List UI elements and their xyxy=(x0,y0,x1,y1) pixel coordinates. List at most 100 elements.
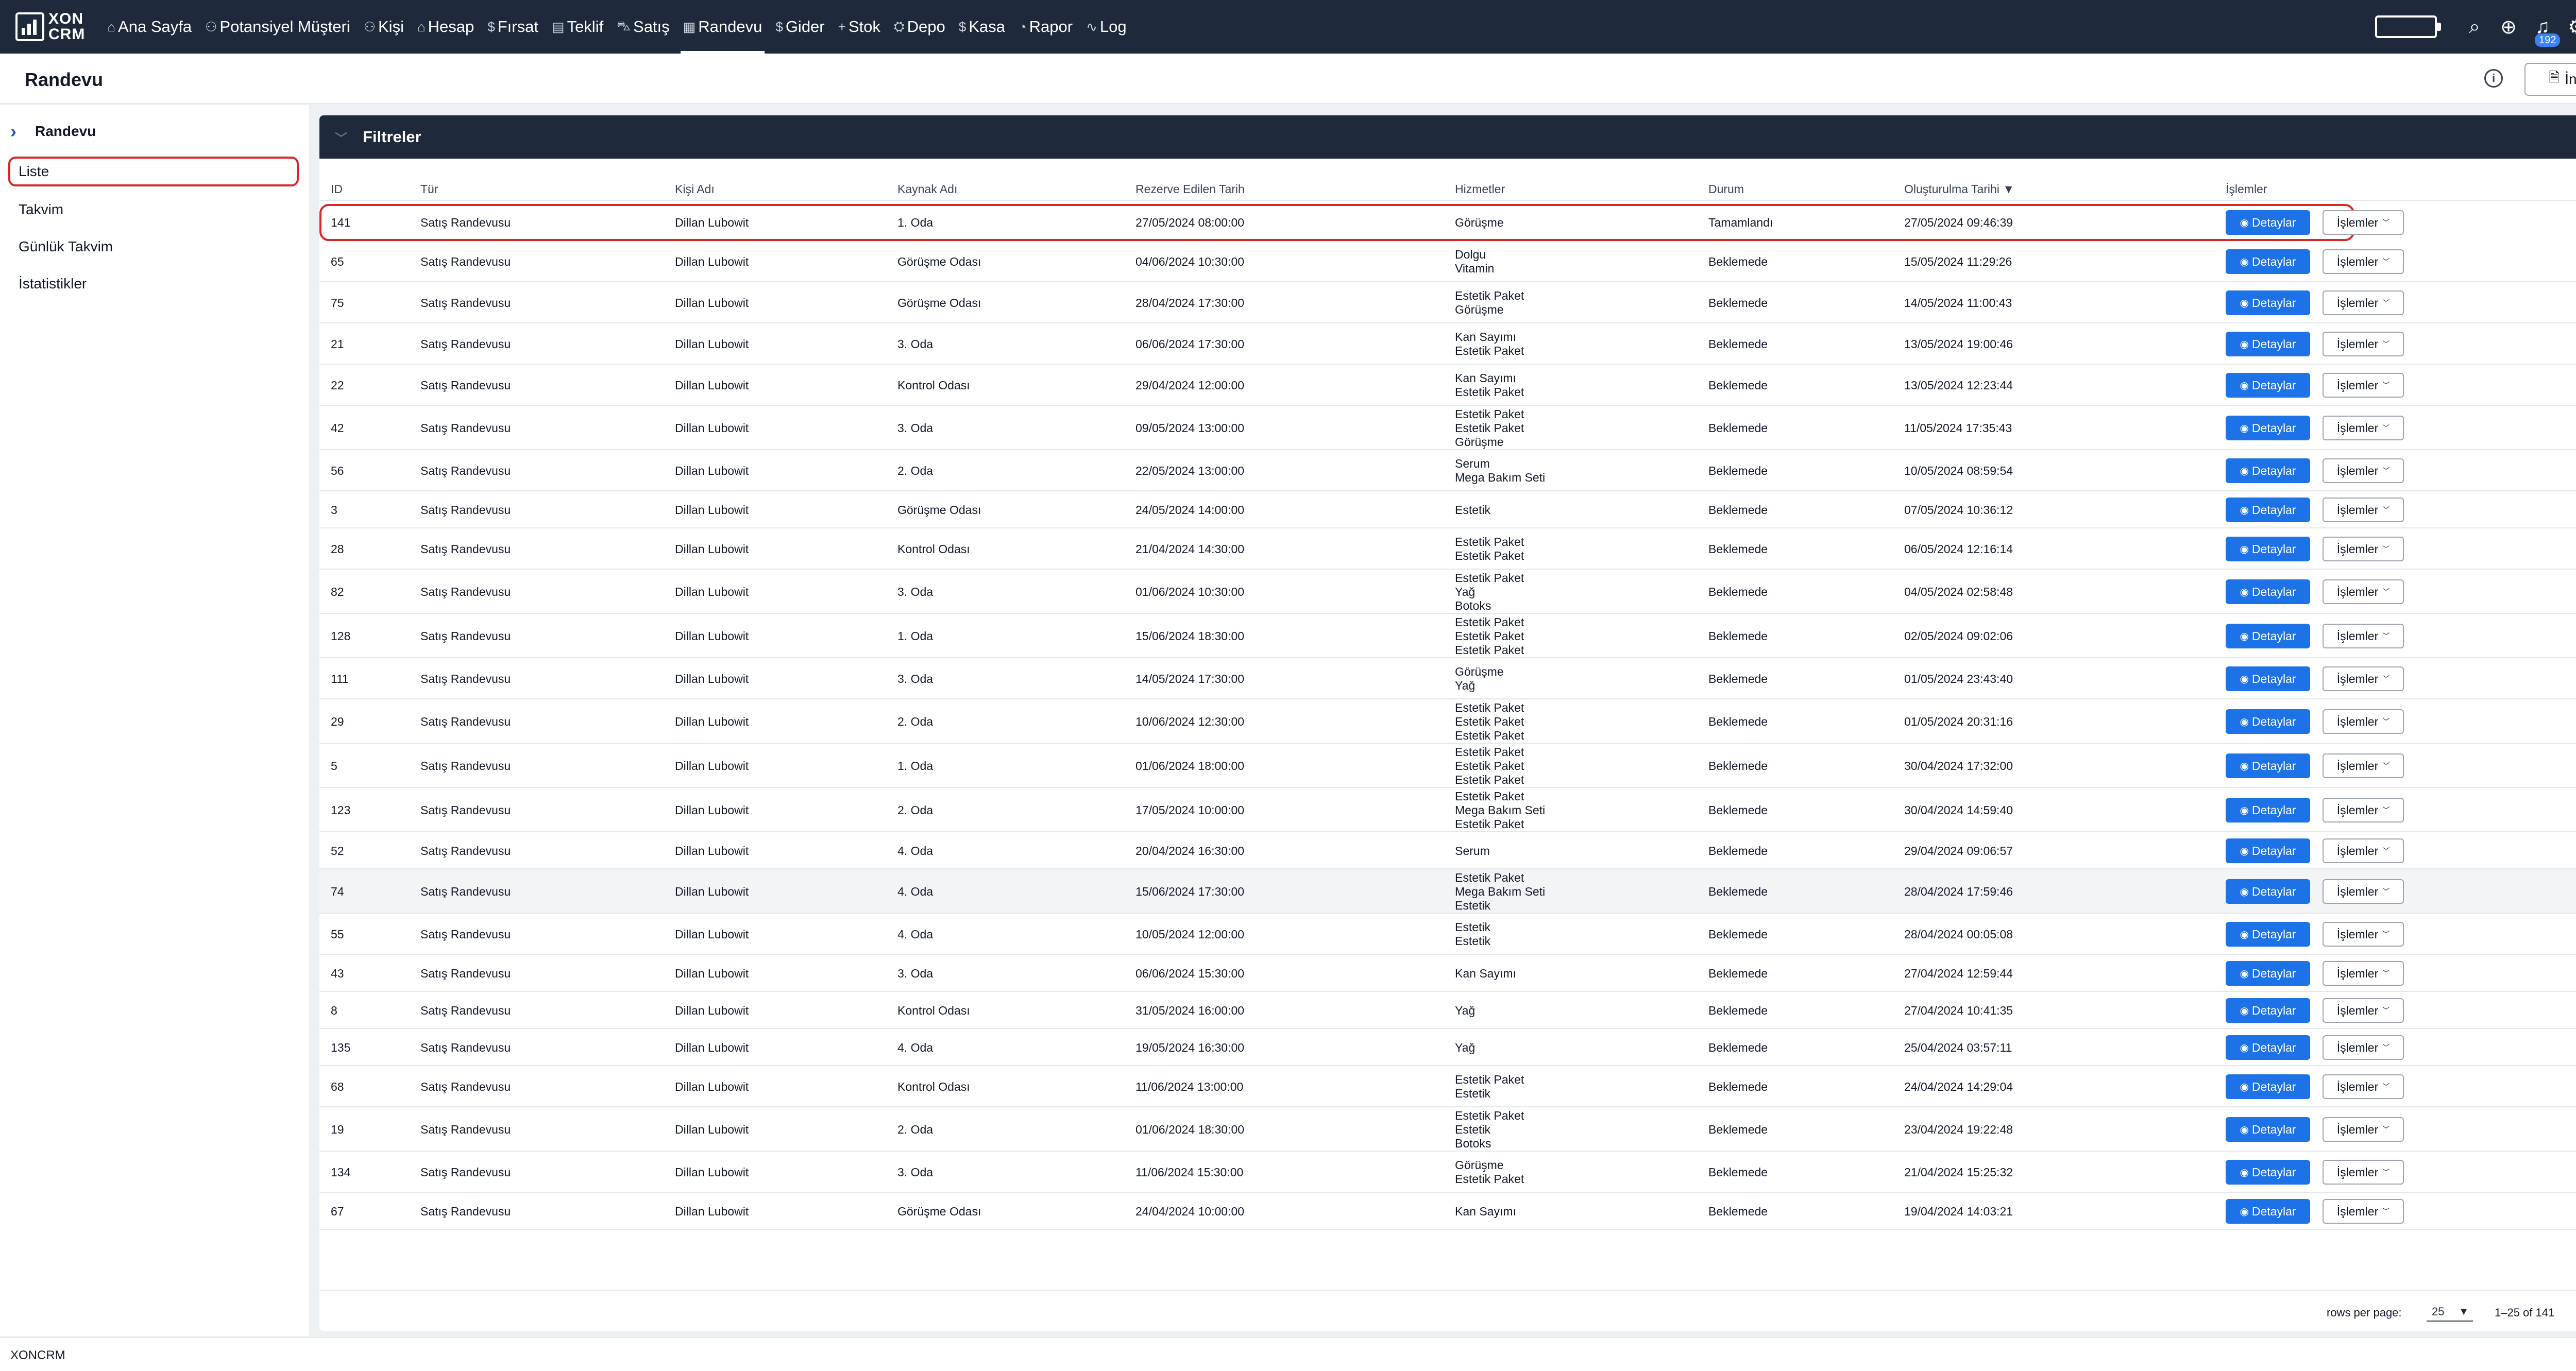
details-button[interactable]: ◉ Detaylar xyxy=(2226,624,2310,648)
table-row[interactable]: 128 Satış Randevusu Dillan Lubowit 1. Oda 15… xyxy=(319,614,2576,658)
download-button[interactable]: 🗎 İndir xyxy=(2524,63,2576,96)
details-button[interactable]: ◉ Detaylar xyxy=(2226,922,2310,947)
nav-item-depo[interactable]: ⛭ Depo xyxy=(887,0,952,54)
sidebar-header[interactable]: › Randevu xyxy=(10,121,96,142)
nav-item-ana-sayfa[interactable]: ⌂ Ana Sayfa xyxy=(100,0,198,54)
table-row[interactable]: 8 Satış Randevusu Dillan Lubowit Kontrol Od… xyxy=(319,992,2576,1029)
details-button[interactable]: ◉ Detaylar xyxy=(2226,498,2310,522)
nav-item-rapor[interactable]: ◔ Rapor xyxy=(1012,0,1079,54)
table-row[interactable]: 22 Satış Randevusu Dillan Lubowit Kontrol O… xyxy=(319,365,2576,406)
col-type[interactable]: Tür xyxy=(420,182,438,196)
table-row[interactable]: 55 Satış Randevusu Dillan Lubowit 4. Oda 10/… xyxy=(319,914,2576,955)
table-row[interactable]: 65 Satış Randevusu Dillan Lubowit Görüşme O… xyxy=(319,241,2576,282)
actions-dropdown-button[interactable]: İşlemler ﹀ xyxy=(2323,1199,2404,1224)
table-row[interactable]: 68 Satış Randevusu Dillan Lubowit Kontrol O… xyxy=(319,1066,2576,1107)
table-row[interactable]: 135 Satış Randevusu Dillan Lubowit 4. Oda 19… xyxy=(319,1029,2576,1066)
details-button[interactable]: ◉ Detaylar xyxy=(2226,1199,2310,1224)
col-reserved-date[interactable]: Rezerve Edilen Tarih xyxy=(1136,182,1245,196)
add-circle-icon[interactable]: ⊕ xyxy=(2492,15,2526,39)
actions-dropdown-button[interactable]: İşlemler ﹀ xyxy=(2323,838,2404,863)
details-button[interactable]: ◉ Detaylar xyxy=(2226,1117,2310,1142)
table-row[interactable]: 19 Satış Randevusu Dillan Lubowit 2. Oda 01/… xyxy=(319,1107,2576,1152)
col-id[interactable]: ID xyxy=(331,182,343,196)
actions-dropdown-button[interactable]: İşlemler ﹀ xyxy=(2323,961,2404,986)
nav-item-kişi[interactable]: ⚇ Kişi xyxy=(357,0,411,54)
nav-item-stok[interactable]: + Stok xyxy=(832,0,887,54)
table-row[interactable]: 3 Satış Randevusu Dillan Lubowit Görüşme Od… xyxy=(319,491,2576,528)
actions-dropdown-button[interactable]: İşlemler ﹀ xyxy=(2323,290,2404,315)
actions-dropdown-button[interactable]: İşlemler ﹀ xyxy=(2323,498,2404,522)
actions-dropdown-button[interactable]: İşlemler ﹀ xyxy=(2323,458,2404,483)
col-status[interactable]: Durum xyxy=(1708,182,1744,196)
table-row[interactable]: 29 Satış Randevusu Dillan Lubowit 2. Oda 10/… xyxy=(319,699,2576,744)
table-row[interactable]: 67 Satış Randevusu Dillan Lubowit Görüşme O… xyxy=(319,1193,2576,1230)
table-row[interactable]: 28 Satış Randevusu Dillan Lubowit Kontrol O… xyxy=(319,528,2576,570)
actions-dropdown-button[interactable]: İşlemler ﹀ xyxy=(2323,249,2404,274)
details-button[interactable]: ◉ Detaylar xyxy=(2226,961,2310,986)
nav-item-teklif[interactable]: ▤ Teklif xyxy=(545,0,610,54)
col-created-date[interactable]: Oluşturulma Tarihi ▼ xyxy=(1904,182,2014,196)
actions-dropdown-button[interactable]: İşlemler ﹀ xyxy=(2323,624,2404,648)
nav-item-log[interactable]: ∿ Log xyxy=(1079,0,1133,54)
actions-dropdown-button[interactable]: İşlemler ﹀ xyxy=(2323,1035,2404,1060)
info-icon[interactable]: i xyxy=(2484,69,2503,88)
table-row[interactable]: 111 Satış Randevusu Dillan Lubowit 3. Oda 14… xyxy=(319,658,2576,699)
table-row[interactable]: 56 Satış Randevusu Dillan Lubowit 2. Oda 22/… xyxy=(319,450,2576,491)
details-button[interactable]: ◉ Detaylar xyxy=(2226,1074,2310,1099)
bell-icon[interactable]: ♫ 192 xyxy=(2526,16,2561,47)
table-row[interactable]: 43 Satış Randevusu Dillan Lubowit 3. Oda 06/… xyxy=(319,955,2576,992)
nav-item-randevu[interactable]: ▦ Randevu xyxy=(676,0,769,54)
table-row[interactable]: 75 Satış Randevusu Dillan Lubowit Görüşme O… xyxy=(319,282,2576,323)
details-button[interactable]: ◉ Detaylar xyxy=(2226,798,2310,822)
table-row[interactable]: 52 Satış Randevusu Dillan Lubowit 4. Oda 20/… xyxy=(319,832,2576,869)
table-row[interactable]: 42 Satış Randevusu Dillan Lubowit 3. Oda 09/… xyxy=(319,406,2576,450)
actions-dropdown-button[interactable]: İşlemler ﹀ xyxy=(2323,373,2404,398)
details-button[interactable]: ◉ Detaylar xyxy=(2226,332,2310,356)
actions-dropdown-button[interactable]: İşlemler ﹀ xyxy=(2323,922,2404,947)
sidebar-item-gunluk-takvim[interactable]: Günlük Takvim xyxy=(8,232,299,262)
details-button[interactable]: ◉ Detaylar xyxy=(2226,753,2310,778)
table-row[interactable]: 123 Satış Randevusu Dillan Lubowit 2. Oda 17… xyxy=(319,788,2576,832)
details-button[interactable]: ◉ Detaylar xyxy=(2226,249,2310,274)
actions-dropdown-button[interactable]: İşlemler ﹀ xyxy=(2323,1117,2404,1142)
table-row[interactable]: 5 Satış Randevusu Dillan Lubowit 1. Oda 01/0… xyxy=(319,744,2576,788)
search-icon[interactable]: ⌕ xyxy=(2458,16,2492,38)
filters-toggle[interactable]: ﹀ Filtreler xyxy=(319,115,2576,159)
actions-dropdown-button[interactable]: İşlemler ﹀ xyxy=(2323,1160,2404,1185)
actions-dropdown-button[interactable]: İşlemler ﹀ xyxy=(2323,879,2404,904)
nav-item-satış[interactable]: ⛍ Satış xyxy=(610,0,676,54)
table-row[interactable]: 141 Satış Randevusu Dillan Lubowit 1. Oda 27… xyxy=(319,204,2404,241)
nav-item-kasa[interactable]: $ Kasa xyxy=(952,0,1012,54)
col-services[interactable]: Hizmetler xyxy=(1455,182,1505,196)
brand-logo[interactable]: XON CRM xyxy=(15,9,85,45)
actions-dropdown-button[interactable]: İşlemler ﹀ xyxy=(2323,753,2404,778)
actions-dropdown-button[interactable]: İşlemler ﹀ xyxy=(2323,798,2404,822)
actions-dropdown-button[interactable]: İşlemler ﹀ xyxy=(2323,416,2404,440)
actions-dropdown-button[interactable]: İşlemler ﹀ xyxy=(2323,998,2404,1023)
actions-dropdown-button[interactable]: İşlemler ﹀ xyxy=(2323,1074,2404,1099)
table-row[interactable]: 21 Satış Randevusu Dillan Lubowit 3. Oda 06/… xyxy=(319,323,2576,365)
details-button[interactable]: ◉ Detaylar xyxy=(2226,579,2310,604)
sidebar-item-takvim[interactable]: Takvim xyxy=(8,195,299,225)
details-button[interactable]: ◉ Detaylar xyxy=(2226,838,2310,863)
table-row[interactable]: 74 Satış Randevusu Dillan Lubowit 4. Oda 15/… xyxy=(319,869,2576,914)
details-button[interactable]: ◉ Detaylar xyxy=(2226,709,2310,734)
details-button[interactable]: ◉ Detaylar xyxy=(2226,416,2310,440)
details-button[interactable]: ◉ Detaylar xyxy=(2226,1035,2310,1060)
details-button[interactable]: ◉ Detaylar xyxy=(2226,1160,2310,1185)
col-person[interactable]: Kişi Adı xyxy=(675,182,715,196)
gear-icon[interactable]: ⚙ xyxy=(2560,15,2576,39)
col-resource[interactable]: Kaynak Adı xyxy=(897,182,957,196)
details-button[interactable]: ◉ Detaylar xyxy=(2226,458,2310,483)
details-button[interactable]: ◉ Detaylar xyxy=(2226,537,2310,561)
actions-dropdown-button[interactable]: İşlemler ﹀ xyxy=(2323,210,2404,235)
actions-dropdown-button[interactable]: İşlemler ﹀ xyxy=(2323,332,2404,356)
sidebar-item-liste[interactable]: Liste xyxy=(8,157,299,186)
actions-dropdown-button[interactable]: İşlemler ﹀ xyxy=(2323,537,2404,561)
sidebar-item-istatistikler[interactable]: İstatistikler xyxy=(8,269,299,299)
details-button[interactable]: ◉ Detaylar xyxy=(2226,998,2310,1023)
nav-item-hesap[interactable]: ⌂ Hesap xyxy=(411,0,481,54)
details-button[interactable]: ◉ Detaylar xyxy=(2226,373,2310,398)
details-button[interactable]: ◉ Detaylar xyxy=(2226,290,2310,315)
actions-dropdown-button[interactable]: İşlemler ﹀ xyxy=(2323,666,2404,691)
